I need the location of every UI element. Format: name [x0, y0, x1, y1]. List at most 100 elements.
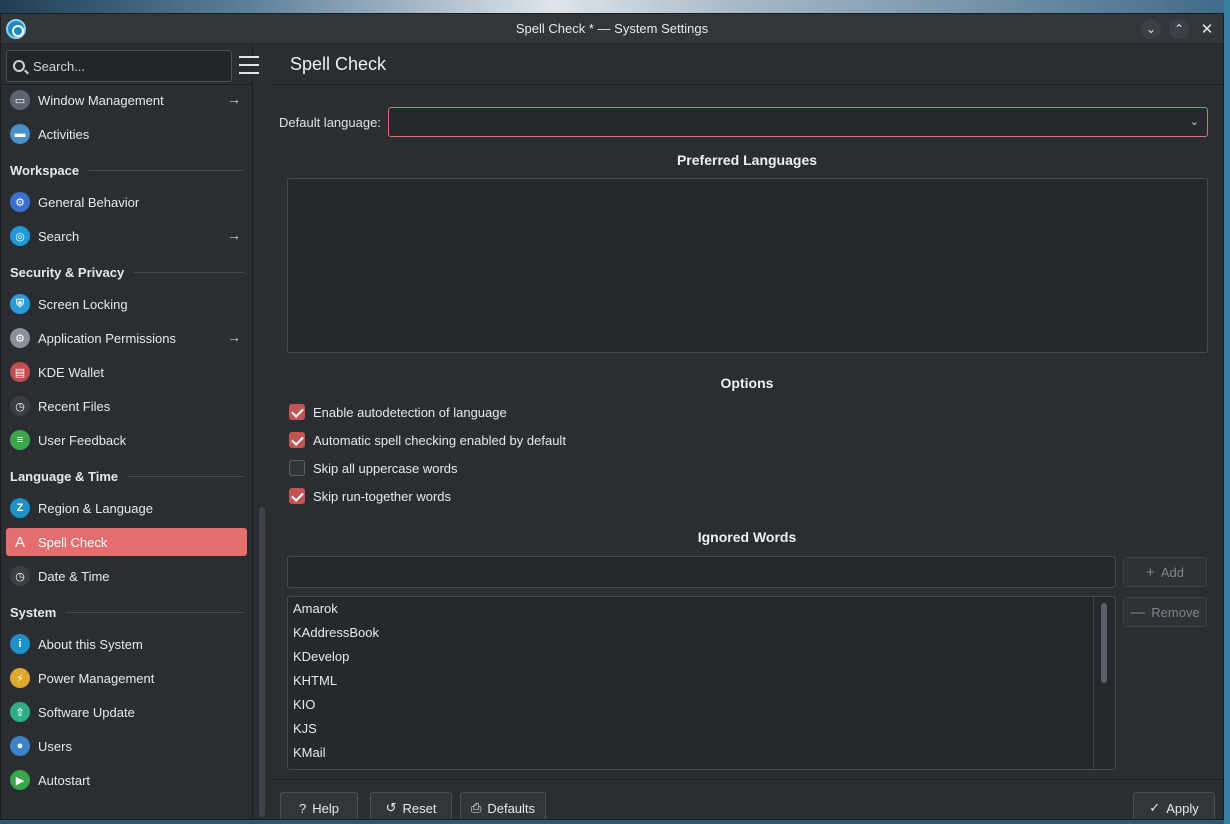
list-item[interactable]: KIO: [288, 693, 1115, 717]
sidebar-section-header: Workspace: [10, 160, 244, 180]
help-button-label: Help: [312, 800, 339, 816]
option-label: Automatic spell checking enabled by defa…: [313, 432, 566, 448]
sidebar-toolbar: [1, 45, 259, 85]
add-button-label: Add: [1160, 564, 1184, 580]
ignored-word-input[interactable]: [287, 556, 1116, 588]
plus-icon: +: [1146, 563, 1155, 581]
sidebar-scrollbar[interactable]: [259, 507, 265, 817]
about-system-icon: i: [10, 634, 30, 654]
search-input[interactable]: [33, 58, 213, 74]
remove-button-label: Remove: [1151, 604, 1200, 620]
sidebar-item-label: Spell Check: [38, 534, 108, 550]
list-item[interactable]: Amarok: [288, 597, 1115, 621]
sidebar-item-spell-check[interactable]: A Spell Check: [6, 528, 247, 556]
help-icon: ?: [299, 800, 307, 816]
ignored-words-title: Ignored Words: [697, 529, 797, 545]
scrollbar-thumb[interactable]: [1101, 603, 1107, 683]
sidebar-item-date-time[interactable]: ◷ Date & Time: [6, 562, 247, 590]
hamburger-menu-icon[interactable]: [239, 56, 259, 74]
system-settings-window: Spell Check * — System Settings ⌄ ⌃ ✕ ▭ W…: [0, 13, 1224, 820]
add-button[interactable]: + Add: [1123, 557, 1207, 587]
sidebar-item-label: Autostart: [38, 772, 91, 788]
reset-button-label: Reset: [402, 800, 437, 816]
remove-button[interactable]: — Remove: [1123, 597, 1207, 627]
window-controls: ⌄ ⌃ ✕: [1141, 19, 1217, 39]
sidebar-item-screen-locking[interactable]: ⛨ Screen Locking: [6, 290, 247, 318]
list-item[interactable]: KHTML: [288, 669, 1115, 693]
arrow-right-icon: →: [227, 329, 241, 345]
sidebar-item-general-behavior[interactable]: ⚙ General Behavior: [6, 188, 247, 216]
maximize-button[interactable]: ⌃: [1169, 19, 1189, 39]
option-label: Skip run-together words: [313, 488, 452, 504]
general-behavior-icon: ⚙: [10, 192, 30, 212]
sidebar-item-region-language[interactable]: Z Region & Language: [6, 494, 247, 522]
option-checkbox-row[interactable]: Automatic spell checking enabled by defa…: [289, 432, 566, 448]
preferred-languages-list[interactable]: [287, 178, 1208, 353]
application-permissions-icon: ⚙: [10, 328, 30, 348]
preferred-languages-title: Preferred Languages: [676, 152, 818, 168]
option-checkbox-row[interactable]: Skip run-together words: [289, 488, 451, 504]
sidebar-item-label: Recent Files: [38, 398, 111, 414]
option-label: Enable autodetection of language: [313, 404, 507, 420]
sidebar-item-window-management[interactable]: ▭ Window Management →: [6, 86, 247, 114]
desktop-background: [0, 0, 1230, 14]
sidebar-item-users[interactable]: ● Users: [6, 732, 247, 760]
sidebar-item-label: Date & Time: [38, 568, 110, 584]
list-item[interactable]: KDevelop: [288, 645, 1115, 669]
minimize-button[interactable]: ⌄: [1141, 19, 1161, 39]
apply-button-label: Apply: [1166, 800, 1199, 816]
checkbox-unchecked[interactable]: [289, 460, 305, 476]
power-management-icon: ⚡: [10, 668, 30, 688]
help-button[interactable]: ? Help: [280, 792, 358, 819]
sidebar-item-application-permissions[interactable]: ⚙ Application Permissions →: [6, 324, 247, 352]
users-icon: ●: [10, 736, 30, 756]
sidebar-item-recent-files[interactable]: ◷ Recent Files: [6, 392, 247, 420]
ignored-words-items: Amarok KAddressBook KDevelop KHTML KIO KJS KMa…: [288, 597, 1115, 765]
page-title: Spell Check: [272, 45, 1223, 85]
apply-button[interactable]: ✓ Apply: [1133, 792, 1215, 819]
autostart-icon: ▶: [10, 770, 30, 790]
list-item[interactable]: KJS: [288, 717, 1115, 741]
sidebar-section-header: System: [10, 602, 244, 622]
window-management-icon: ▭: [10, 90, 30, 110]
arrow-right-icon: →: [227, 91, 241, 107]
title-bar[interactable]: Spell Check * — System Settings ⌄ ⌃ ✕: [1, 14, 1223, 44]
ignored-words-list[interactable]: Amarok KAddressBook KDevelop KHTML KIO KJS KMa…: [287, 596, 1116, 770]
close-button[interactable]: ✕: [1197, 19, 1217, 39]
sidebar-item-power-management[interactable]: ⚡ Power Management: [6, 664, 247, 692]
ignored-words-scrollbar[interactable]: [1093, 597, 1115, 769]
sidebar-item-label: Application Permissions: [38, 330, 177, 346]
recent-files-icon: ◷: [10, 396, 30, 416]
list-item[interactable]: KAddressBook: [288, 621, 1115, 645]
sidebar-item-software-update[interactable]: ⇧ Software Update: [6, 698, 247, 726]
default-language-row: Default language: ⌄: [279, 107, 1208, 137]
footer-bar: ? Help ↺ Reset ⎙ Defaults ✓ Apply: [272, 779, 1223, 819]
option-label: Skip all uppercase words: [313, 460, 458, 476]
option-checkbox-row[interactable]: Skip all uppercase words: [289, 460, 458, 476]
options-title: Options: [720, 375, 774, 391]
default-language-select[interactable]: ⌄: [387, 107, 1208, 137]
check-icon: ✓: [1149, 800, 1161, 815]
sidebar-item-activities[interactable]: ▬ Activities: [6, 120, 247, 148]
system-settings-app-icon[interactable]: [6, 19, 26, 39]
activities-icon: ▬: [10, 124, 30, 144]
checkbox-checked[interactable]: [289, 404, 305, 420]
sidebar-item-search[interactable]: ◎ Search →: [6, 222, 247, 250]
option-checkbox-row[interactable]: Enable autodetection of language: [289, 404, 507, 420]
checkbox-checked[interactable]: [289, 488, 305, 504]
list-item[interactable]: KMail: [288, 741, 1115, 765]
reset-button[interactable]: ↺ Reset: [370, 792, 452, 819]
sidebar-item-about-this-system[interactable]: i About this System: [6, 630, 247, 658]
sidebar-item-kde-wallet[interactable]: ▤ KDE Wallet: [6, 358, 247, 386]
sidebar-item-user-feedback[interactable]: ≡ User Feedback: [6, 426, 247, 454]
sidebar-item-autostart[interactable]: ▶ Autostart: [6, 766, 247, 794]
main-panel: Spell Check Default language: ⌄ Preferre…: [272, 45, 1223, 819]
sidebar-section-header: Security & Privacy: [10, 262, 244, 282]
defaults-button[interactable]: ⎙ Defaults: [460, 792, 546, 819]
sidebar-item-label: Power Management: [38, 670, 155, 686]
checkbox-checked[interactable]: [289, 432, 305, 448]
window-title: Spell Check * — System Settings: [515, 21, 709, 36]
user-feedback-icon: ≡: [10, 430, 30, 450]
search-field[interactable]: [6, 50, 232, 82]
sidebar-item-label: Activities: [38, 126, 90, 142]
